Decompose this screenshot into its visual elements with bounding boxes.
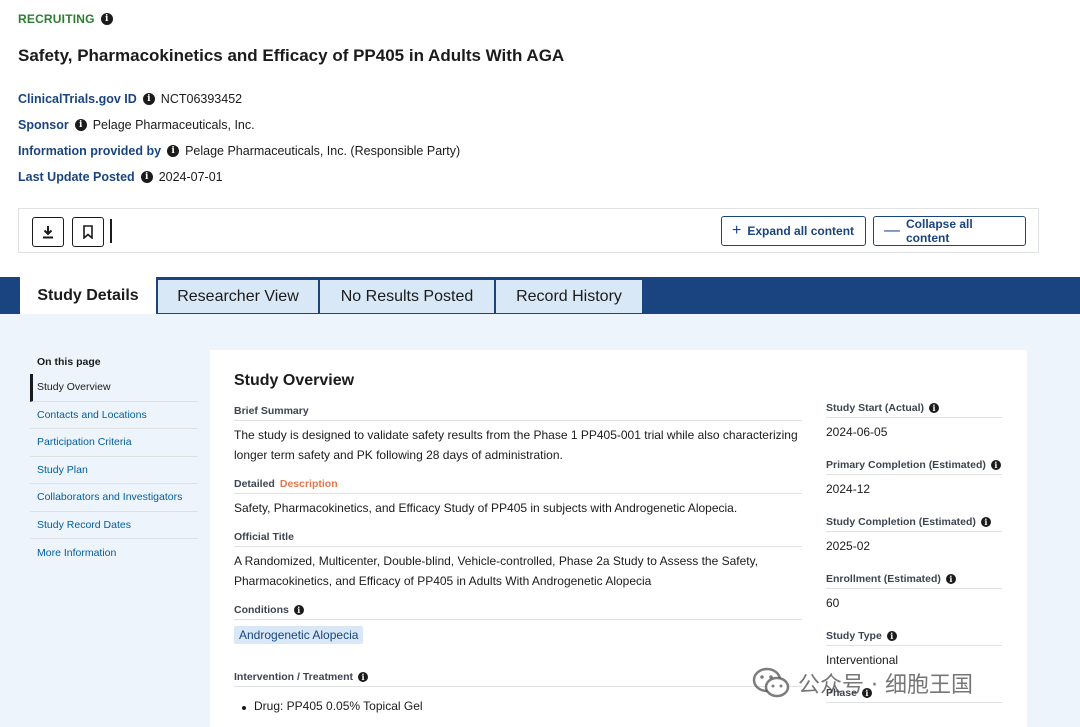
fact-enrollment: Enrollment (Estimated) i 60	[826, 573, 1002, 630]
wechat-logo-icon	[752, 667, 790, 698]
meta-row-last-update: Last Update Posted i 2024-07-01	[18, 164, 460, 190]
nav-item-more-information[interactable]: More Information	[30, 539, 198, 567]
watermark: 公众号 · 细胞王国	[752, 666, 973, 700]
bookmark-button[interactable]	[72, 217, 104, 247]
status-label: RECRUITING	[18, 12, 95, 26]
overview-main: Brief Summary The study is designed to v…	[234, 404, 802, 713]
field-text: A Randomized, Multicenter, Double-blind,…	[234, 554, 759, 588]
field-label: Brief Summary	[234, 404, 802, 421]
nav-item-participation[interactable]: Participation Criteria	[30, 429, 198, 457]
on-this-page-nav: On this page Study Overview Contacts and…	[30, 350, 198, 567]
info-icon[interactable]: i	[100, 13, 113, 25]
fact-label-text: Primary Completion (Estimated)	[826, 459, 986, 471]
download-icon	[43, 226, 53, 239]
plus-icon: +	[732, 222, 742, 239]
overview-facts: Study Start (Actual) i 2024-06-05 Primary…	[826, 402, 1002, 703]
collapse-all-button[interactable]: — Collapse all content	[873, 216, 1026, 246]
info-icon[interactable]: i	[929, 403, 940, 413]
list-item: Drug: PP405 0.05% Topical Gel	[234, 687, 802, 713]
watermark-text: 公众号 · 细胞王国	[798, 673, 973, 698]
field-label: Conditions i	[234, 603, 802, 620]
meta-row-provider: Information provided by i Pelage Pharmac…	[18, 138, 460, 164]
tab-researcher-view[interactable]: Researcher View	[157, 279, 319, 314]
section-title: Study Overview	[234, 372, 355, 389]
nav-item-contacts[interactable]: Contacts and Locations	[30, 402, 198, 429]
official-title: Official Title A Randomized, Multicenter…	[234, 530, 802, 603]
info-icon[interactable]: i	[358, 671, 369, 682]
nav-item-record-dates[interactable]: Study Record Dates	[30, 512, 198, 539]
toolbar-divider	[110, 219, 112, 243]
info-icon[interactable]: i	[886, 631, 897, 641]
meta-value: NCT06393452	[160, 92, 243, 106]
meta-row-sponsor: Sponsor i Pelage Pharmaceuticals, Inc.	[18, 112, 460, 138]
fact-primary-completion: Primary Completion (Estimated) i 2024-12	[826, 459, 1002, 516]
field-label: Official Title	[234, 530, 802, 547]
fact-label: Study Type i	[826, 630, 1002, 646]
tab-bar: Study Details Researcher View No Results…	[0, 277, 1080, 314]
fact-label-text: Enrollment (Estimated)	[826, 573, 941, 585]
expand-all-button[interactable]: + Expand all content	[721, 216, 866, 246]
fact-label: Study Start (Actual) i	[826, 402, 1002, 418]
meta-label: Last Update Posted	[18, 170, 135, 184]
tab-record-history[interactable]: Record History	[495, 279, 643, 314]
fact-value: 2024-06-05	[826, 425, 888, 439]
download-button[interactable]	[32, 217, 64, 247]
fact-label-text: Study Type	[826, 630, 882, 642]
fact-label-text: Study Completion (Estimated)	[826, 516, 976, 528]
meta-row-id: ClinicalTrials.gov ID i NCT06393452	[18, 86, 460, 112]
fact-value: 2024-12	[826, 482, 871, 496]
nav-heading: On this page	[37, 356, 101, 368]
study-meta: ClinicalTrials.gov ID i NCT06393452 Spon…	[18, 86, 460, 190]
fact-value: 60	[826, 596, 840, 610]
recruitment-status: RECRUITING i	[18, 12, 113, 26]
info-icon[interactable]: i	[142, 93, 155, 105]
info-icon[interactable]: i	[167, 145, 180, 157]
brief-summary: Brief Summary The study is designed to v…	[234, 404, 802, 477]
bookmark-icon	[83, 225, 93, 239]
field-label: Detailed Description	[234, 477, 802, 494]
fact-label: Study Completion (Estimated) i	[826, 516, 1002, 532]
tab-no-results-posted[interactable]: No Results Posted	[319, 279, 495, 314]
nav-item-study-plan[interactable]: Study Plan	[30, 457, 198, 484]
collapse-label: Collapse all content	[906, 217, 973, 245]
meta-label: Sponsor	[18, 118, 69, 132]
field-text: Safety, Pharmacokinetics, and Efficacy S…	[234, 501, 738, 515]
minus-icon: —	[884, 222, 900, 239]
meta-value: Pelage Pharmaceuticals, Inc. (Responsibl…	[185, 144, 461, 158]
meta-value: 2024-07-01	[158, 170, 223, 184]
nav-item-collaborators[interactable]: Collaborators and Investigators	[30, 484, 198, 512]
info-icon[interactable]: i	[140, 171, 153, 183]
fact-study-start: Study Start (Actual) i 2024-06-05	[826, 402, 1002, 459]
info-icon[interactable]: i	[980, 517, 991, 527]
page-title: Safety, Pharmacokinetics and Efficacy of…	[18, 46, 565, 65]
field-label-accent: Description	[279, 477, 338, 490]
fact-value: 2025-02	[826, 539, 871, 553]
info-icon[interactable]: i	[74, 119, 87, 131]
fact-label: Enrollment (Estimated) i	[826, 573, 1002, 589]
detailed-description: Detailed Description Safety, Pharmacokin…	[234, 477, 802, 530]
meta-value: Pelage Pharmaceuticals, Inc.	[92, 118, 255, 132]
field-label-text: Intervention / Treatment	[234, 670, 354, 683]
info-icon[interactable]: i	[945, 574, 956, 584]
meta-label: Information provided by	[18, 144, 162, 158]
intervention: Intervention / Treatment i Drug: PP405 0…	[234, 670, 802, 713]
info-icon[interactable]: i	[293, 604, 304, 615]
field-label-part: Detailed	[234, 477, 275, 490]
expand-label: Expand all content	[747, 224, 855, 238]
field-label: Intervention / Treatment i	[234, 670, 802, 687]
fact-study-completion: Study Completion (Estimated) i 2025-02	[826, 516, 1002, 573]
conditions: Conditions i Androgenetic Alopecia	[234, 603, 802, 644]
meta-label: ClinicalTrials.gov ID	[18, 92, 137, 106]
toolbar: + Expand all content — Collapse all cont…	[18, 208, 1039, 253]
condition-chip[interactable]: Androgenetic Alopecia	[234, 626, 364, 644]
field-label-text: Conditions	[234, 603, 289, 616]
fact-label-text: Study Start (Actual)	[826, 402, 925, 414]
nav-item-study-overview[interactable]: Study Overview	[30, 374, 198, 402]
info-icon[interactable]: i	[990, 460, 1001, 470]
tab-study-details[interactable]: Study Details	[18, 277, 156, 314]
field-text: The study is designed to validate safety…	[234, 428, 798, 462]
fact-label: Primary Completion (Estimated) i	[826, 459, 1002, 475]
